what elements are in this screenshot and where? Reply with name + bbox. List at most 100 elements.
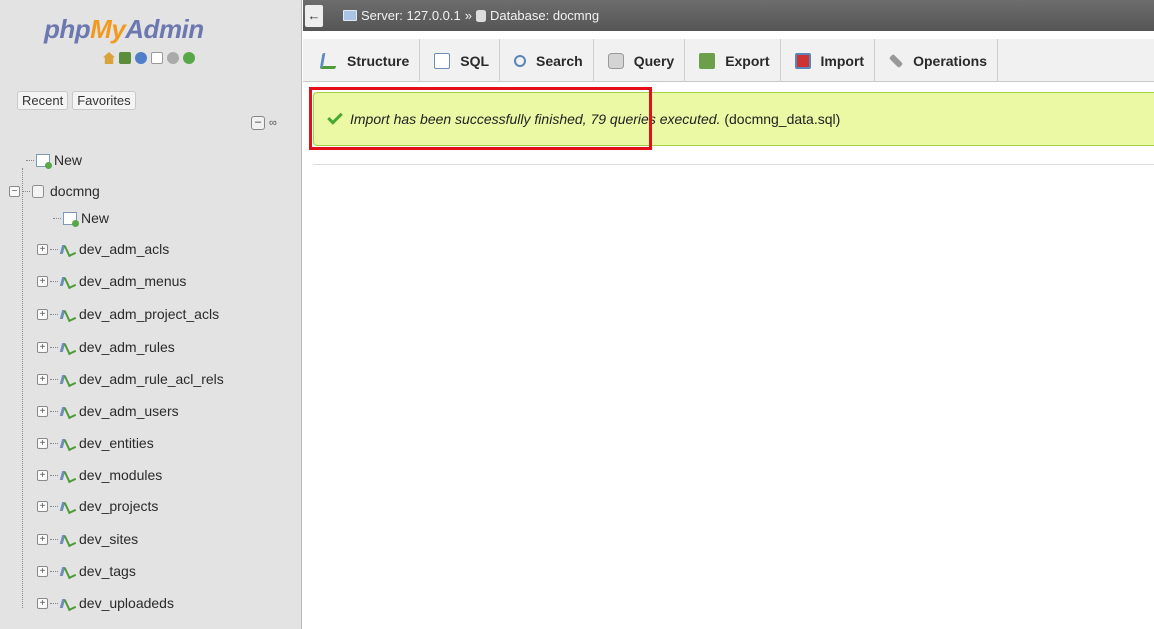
table-name: dev_adm_acls (79, 241, 170, 257)
expand-icon[interactable]: + (37, 437, 48, 449)
tab-export[interactable]: Export (685, 39, 781, 82)
tab-structure[interactable]: Structure (307, 39, 421, 82)
table-name: dev_adm_rule_acl_rels (79, 371, 224, 387)
table-name: dev_tags (79, 563, 136, 579)
tree-connector (22, 168, 23, 608)
tab-label: Operations (913, 52, 987, 69)
tree-connector (26, 159, 34, 161)
search-icon (514, 54, 527, 67)
import-icon (794, 52, 811, 69)
table-name: dev_entities (79, 435, 154, 451)
table-icon (60, 405, 74, 417)
help-icon[interactable] (135, 52, 147, 64)
tab-label: Structure (347, 52, 410, 69)
table-row[interactable]: + dev_adm_users (37, 402, 179, 420)
table-row[interactable]: + dev_adm_menus (37, 272, 186, 290)
tree-connector (53, 217, 61, 219)
home-icon[interactable] (103, 52, 115, 64)
table-row[interactable]: + dev_adm_rule_acl_rels (37, 370, 224, 388)
table-icon (60, 341, 74, 353)
collapse-icon[interactable]: − (9, 185, 20, 197)
expand-icon[interactable]: + (37, 275, 48, 287)
tree-connector (22, 190, 30, 192)
tree-connector (50, 570, 58, 572)
structure-icon (319, 52, 339, 69)
expand-icon[interactable]: + (37, 308, 48, 320)
tab-label: Import (820, 52, 865, 69)
table-name: dev_projects (79, 498, 159, 514)
settings-icon[interactable] (167, 52, 179, 64)
favorites-button[interactable]: Favorites (72, 91, 136, 110)
expand-icon[interactable]: + (37, 373, 48, 385)
tree-item-new-table[interactable]: New (53, 209, 109, 227)
table-row[interactable]: + dev_sites (37, 530, 138, 548)
expand-icon[interactable]: + (37, 597, 48, 609)
tree-item-database[interactable]: − docmng (9, 182, 100, 200)
tab-operations[interactable]: Operations (875, 39, 998, 82)
tree-connector (50, 538, 58, 540)
table-row[interactable]: + dev_adm_rules (37, 338, 175, 356)
table-icon (60, 275, 74, 287)
navigation-panel: phpMyAdmin Recent Favorites – ∞ New − do… (0, 0, 302, 629)
tab-query[interactable]: Query (594, 39, 686, 82)
tree-connector (50, 505, 58, 507)
table-row[interactable]: + dev_projects (37, 497, 158, 515)
database-icon (32, 184, 44, 198)
divider (313, 164, 1154, 165)
sql-icon (434, 52, 451, 69)
expand-icon[interactable]: + (37, 243, 48, 255)
tree-item-new-database[interactable]: New (26, 151, 82, 169)
table-icon (60, 469, 74, 481)
breadcrumb-separator: » (464, 8, 472, 23)
table-row[interactable]: + dev_entities (37, 434, 154, 452)
breadcrumb-server[interactable]: Server: 127.0.0.1 (361, 8, 461, 23)
expand-icon[interactable]: + (37, 405, 48, 417)
tree-item-label: New (54, 152, 83, 168)
exit-icon[interactable] (119, 52, 131, 64)
server-icon (343, 10, 357, 21)
database-name: docmng (50, 183, 100, 199)
expand-icon[interactable]: + (37, 533, 48, 545)
table-row[interactable]: + dev_adm_acls (37, 240, 169, 258)
table-row[interactable]: + dev_tags (37, 562, 136, 580)
table-icon (60, 243, 74, 255)
highlight-annotation (309, 87, 652, 150)
new-table-icon (63, 211, 79, 227)
recent-favorites-bar: Recent Favorites (17, 91, 136, 110)
link-with-main-icon[interactable]: ∞ (269, 117, 277, 129)
breadcrumb-database[interactable]: Database: docmng (490, 8, 599, 23)
table-name: dev_sites (79, 531, 139, 547)
table-icon (60, 565, 74, 577)
tab-label: SQL (460, 52, 490, 69)
tab-sql[interactable]: SQL (420, 39, 501, 82)
query-icon (607, 52, 624, 69)
tab-search[interactable]: Search (500, 39, 594, 82)
collapse-all-button[interactable]: – (251, 116, 265, 130)
recent-button[interactable]: Recent (17, 91, 69, 110)
phpmyadmin-logo[interactable]: phpMyAdmin (44, 14, 204, 45)
collapse-panel-arrow-icon[interactable]: ← (305, 4, 323, 27)
expand-icon[interactable]: + (37, 341, 48, 353)
quick-links (103, 52, 195, 64)
tree-connector (50, 248, 58, 250)
tree-connector (50, 602, 58, 604)
tab-label: Search (536, 52, 583, 69)
expand-icon[interactable]: + (37, 565, 48, 577)
expand-icon[interactable]: + (37, 469, 48, 481)
table-row[interactable]: + dev_adm_project_acls (37, 305, 219, 323)
tree-connector (50, 442, 58, 444)
table-row[interactable]: + dev_modules (37, 466, 162, 484)
reload-icon[interactable] (183, 52, 195, 64)
tree-connector (50, 346, 58, 348)
tab-label: Export (725, 52, 770, 69)
table-icon (60, 533, 74, 545)
tree-connector (50, 280, 58, 282)
table-icon (60, 437, 74, 449)
tab-import[interactable]: Import (781, 39, 876, 82)
breadcrumb: ← Server: 127.0.0.1 » Database: docmng (303, 0, 1154, 31)
docs-icon[interactable] (151, 52, 163, 64)
imported-file-name: (docmng_data.sql) (724, 111, 841, 127)
tree-connector (50, 378, 58, 380)
expand-icon[interactable]: + (37, 500, 48, 512)
table-row[interactable]: + dev_uploadeds (37, 594, 174, 612)
